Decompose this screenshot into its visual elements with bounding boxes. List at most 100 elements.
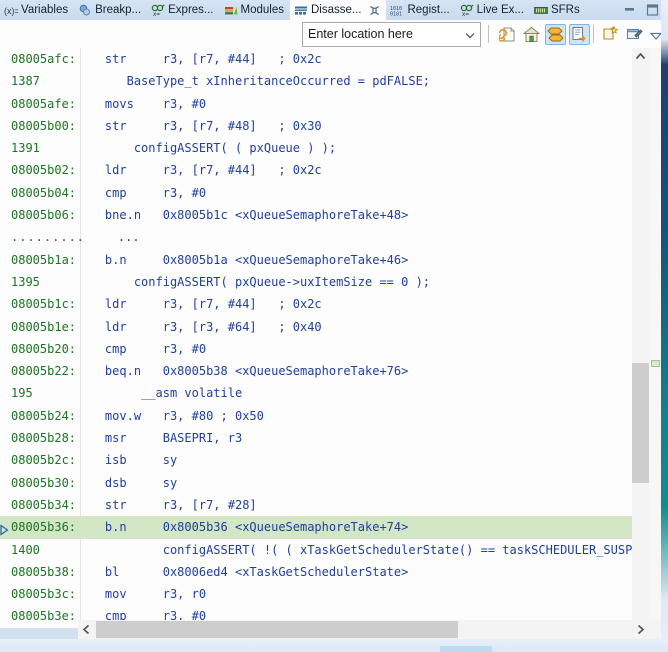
tab-registers[interactable]: 1010 0101 Regist... [386, 0, 455, 20]
tab-label: Variables [21, 4, 69, 16]
source-line-text: configASSERT( ( pxQueue ) ); [104, 141, 337, 156]
disassembly-row[interactable]: 08005b28: msr BASEPRI, r3 [0, 427, 632, 449]
scroll-left-icon[interactable] [78, 620, 95, 639]
show-symbols-button[interactable] [569, 24, 590, 45]
close-icon[interactable] [369, 5, 380, 16]
tab-modules[interactable]: Modules [220, 0, 290, 20]
disassembly-row[interactable]: 08005afe: movs r3, #0 [0, 93, 632, 115]
horizontal-scrollbar[interactable] [78, 620, 649, 639]
instruction-address: 08005b3c: [11, 587, 105, 602]
toolbar-separator [488, 25, 489, 43]
maximize-icon[interactable] [646, 4, 659, 16]
instruction-mnemonic: ldr [104, 319, 163, 334]
window-bottom-strip [0, 639, 668, 652]
instruction-operands: 0x8005b1c <xQueueSemaphoreTake+48> [162, 208, 409, 223]
disassembly-row[interactable]: 08005b1c: ldr r3, [r7, #44] ; 0x2c [0, 293, 632, 315]
disassembly-row[interactable]: 08005b06: bne.n 0x8005b1c <xQueueSemapho… [0, 204, 632, 226]
instruction-address: 08005b1a: [11, 252, 105, 267]
ellipsis-row[interactable]: ......... ... [0, 226, 632, 248]
new-view-button[interactable] [600, 24, 621, 45]
source-line-row[interactable]: 1391 configASSERT( ( pxQueue ) ); [0, 137, 632, 159]
source-line-text: __asm volatile [104, 386, 243, 401]
instruction-mnemonic: ldr [104, 163, 163, 178]
instruction-mnemonic: movs [104, 96, 163, 111]
tab-expressions[interactable]: x= Expres... [147, 0, 219, 20]
source-line-row[interactable]: 1395 configASSERT( pxQueue->uxItemSize =… [0, 271, 632, 293]
tab-label: Regist... [407, 4, 450, 16]
instruction-mnemonic: beq.n [104, 364, 163, 379]
disassembly-row[interactable]: 08005b36: b.n 0x8005b36 <xQueueSemaphore… [0, 516, 632, 539]
instruction-operands: r3, #0 [162, 185, 207, 200]
overview-ruler[interactable] [649, 48, 661, 628]
show-in-source-button[interactable] [521, 24, 542, 45]
modules-icon [224, 4, 238, 17]
instruction-address: 08005b1c: [11, 297, 105, 312]
instruction-address: 08005b02: [11, 163, 105, 178]
breakpoints-icon [78, 4, 92, 17]
disassembly-row[interactable]: 08005b20: cmp r3, #0 [0, 338, 632, 360]
instruction-mnemonic: mov.w [104, 408, 163, 423]
link-with-active-debug-context-button[interactable] [497, 24, 518, 45]
source-line-row[interactable]: 1387 BaseType_t xInheritanceOccurred = p… [0, 70, 632, 92]
disassembly-row[interactable]: 08005b1e: ldr r3, [r3, #64] ; 0x40 [0, 316, 632, 338]
disassembly-row[interactable]: 08005b38: bl 0x8006ed4 <xTaskGetSchedule… [0, 561, 632, 583]
instruction-address: 08005b06: [11, 208, 105, 223]
disassembly-row[interactable]: 08005b3c: mov r3, r0 [0, 583, 632, 605]
source-line-text: configASSERT( pxQueue->uxItemSize == 0 )… [104, 274, 431, 289]
instruction-mnemonic: str [104, 497, 163, 512]
vertical-scrollbar-thumb[interactable] [632, 363, 649, 483]
tab-variables[interactable]: (x)= Variables [0, 0, 74, 20]
source-line-row[interactable]: 195 __asm volatile [0, 382, 632, 404]
minimize-icon[interactable] [623, 4, 636, 16]
tab-breakpoints[interactable]: Breakp... [74, 0, 147, 20]
instruction-operands: 0x8005b36 <xQueueSemaphoreTake+74> [162, 520, 409, 535]
instruction-mnemonic: dsb [104, 475, 163, 490]
scroll-right-icon[interactable] [632, 620, 649, 639]
instruction-operands: sy [162, 475, 178, 490]
instruction-operands: 0x8006ed4 <xTaskGetSchedulerState> [162, 564, 409, 579]
location-combo[interactable]: Enter location here [302, 22, 481, 47]
live-expressions-icon: x= [460, 4, 474, 18]
disassembly-row[interactable]: 08005b30: dsb sy [0, 472, 632, 494]
instruction-address: 08005b28: [11, 431, 105, 446]
tab-disassembly[interactable]: Disasse... [289, 0, 387, 20]
window-edge-strip [661, 0, 668, 652]
disassembly-row[interactable]: 08005b04: cmp r3, #0 [0, 182, 632, 204]
location-input[interactable]: Enter location here [303, 24, 460, 45]
tab-sfrs[interactable]: SFRs [530, 0, 586, 20]
tab-label: Modules [240, 4, 284, 16]
disassembly-row[interactable]: 08005b00: str r3, [r7, #48] ; 0x30 [0, 115, 632, 137]
disassembly-row[interactable]: 08005b2c: isb sy [0, 449, 632, 471]
tab-live-expressions[interactable]: x= Live Ex... [456, 0, 530, 20]
source-line-number: 1387 [11, 74, 105, 89]
pin-view-button[interactable] [624, 24, 645, 45]
chevron-down-icon[interactable] [460, 24, 480, 45]
instruction-operands: r3, r0 [162, 587, 207, 602]
tab-label: Expres... [168, 4, 214, 16]
horizontal-scrollbar-thumb[interactable] [96, 621, 458, 638]
overview-marker[interactable] [651, 360, 660, 367]
source-line-row[interactable]: 1400 configASSERT( !( ( xTaskGetSchedule… [0, 539, 632, 561]
ellipsis-address: ......... [11, 230, 118, 245]
instruction-mnemonic: mov [104, 587, 163, 602]
disassembly-row[interactable]: 08005b02: ldr r3, [r7, #44] ; 0x2c [0, 159, 632, 181]
instruction-mnemonic: b.n [104, 252, 163, 267]
show-source-button[interactable] [545, 24, 566, 45]
ellipsis-text: ... [117, 230, 140, 245]
instruction-mnemonic: cmp [104, 341, 163, 356]
disassembly-row[interactable]: 08005b24: mov.w r3, #80 ; 0x50 [0, 405, 632, 427]
vertical-scrollbar[interactable] [632, 48, 649, 628]
disassembly-row[interactable]: 08005afc: str r3, [r7, #44] ; 0x2c [0, 48, 632, 70]
disassembly-row[interactable]: 08005b22: beq.n 0x8005b38 <xQueueSemapho… [0, 360, 632, 382]
source-line-number: 195 [11, 386, 105, 401]
disassembly-row[interactable]: 08005b1a: b.n 0x8005b1a <xQueueSemaphore… [0, 249, 632, 271]
disassembly-code-area[interactable]: 08005afc: str r3, [r7, #44] ; 0x2c 1387 B… [0, 48, 632, 623]
sfrs-icon [534, 4, 548, 17]
instruction-operands: 0x8005b1a <xQueueSemaphoreTake+46> [162, 252, 409, 267]
instruction-address: 08005b20: [11, 341, 105, 356]
expressions-icon: x= [151, 4, 165, 18]
program-counter-arrow-icon [0, 521, 10, 536]
scroll-up-icon[interactable] [632, 48, 649, 65]
svg-text:0101: 0101 [390, 11, 402, 17]
disassembly-row[interactable]: 08005b34: str r3, [r7, #28] [0, 494, 632, 516]
